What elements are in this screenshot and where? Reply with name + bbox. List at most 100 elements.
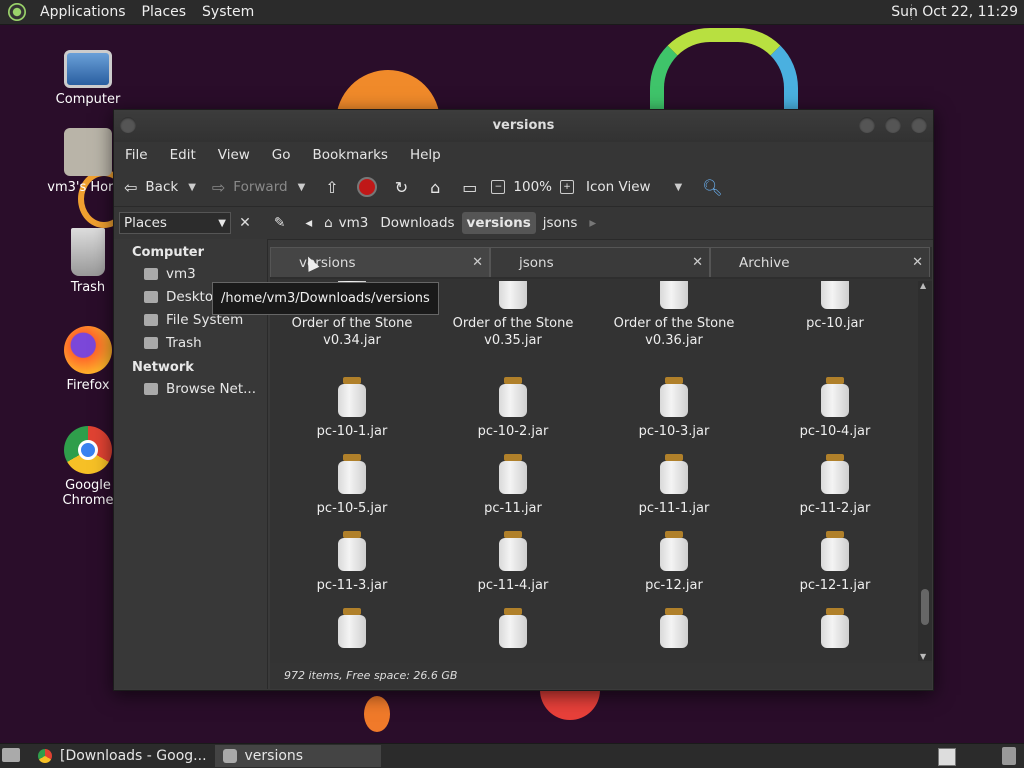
file-item[interactable]: pc-11.jar — [433, 454, 593, 517]
tab-archive[interactable]: Archive ✕ — [710, 247, 930, 277]
forward-button[interactable]: ⇨ Forward ▼ — [212, 178, 305, 197]
status-bar: 972 items, Free space: 26.6 GB — [270, 663, 932, 689]
jar-file-icon — [659, 281, 689, 309]
breadcrumb-vm3[interactable]: ⌂ vm3 — [319, 212, 373, 234]
search-button[interactable]: 🔍︎ — [702, 178, 730, 197]
sidebar-item-browse-network[interactable]: Browse Net... — [114, 377, 267, 400]
computer-button[interactable]: ▭ — [462, 178, 485, 197]
distro-logo-icon[interactable] — [8, 3, 26, 21]
sidebar-heading-computer: Computer — [132, 245, 205, 260]
jar-file-icon — [659, 377, 689, 417]
breadcrumb-right-arrow[interactable]: ▸ — [584, 212, 601, 234]
breadcrumb-versions[interactable]: versions — [461, 212, 536, 234]
file-item[interactable]: pc-12.jar — [594, 531, 754, 594]
file-name-label: pc-12.jar — [645, 578, 703, 593]
file-item-partial[interactable] — [755, 608, 915, 654]
scrollbar-thumb[interactable] — [921, 589, 929, 625]
minimize-button[interactable] — [859, 117, 875, 133]
file-item[interactable]: pc-10-4.jar — [755, 377, 915, 440]
menu-help[interactable]: Help — [399, 147, 452, 163]
menu-file[interactable]: File — [114, 147, 159, 163]
zoom-in-button[interactable]: + — [560, 180, 574, 194]
taskbar-item-versions[interactable]: versions — [214, 745, 381, 767]
file-icon-grid: Order of the Stone v0.34.jar Order of the… — [270, 281, 918, 661]
file-item[interactable]: pc-11-1.jar — [594, 454, 754, 517]
toggle-location-entry-button[interactable]: ✎ — [269, 212, 290, 234]
zoom-level: 100% — [513, 179, 552, 195]
chrome-icon — [38, 749, 52, 763]
file-item-partial[interactable] — [272, 608, 432, 654]
file-item[interactable]: pc-10-5.jar — [272, 454, 432, 517]
menu-applications[interactable]: Applications — [32, 4, 134, 20]
trash-applet-icon[interactable] — [1002, 747, 1016, 765]
jar-file-icon — [337, 377, 367, 417]
file-item-partial[interactable] — [433, 608, 593, 654]
menu-system[interactable]: System — [194, 4, 262, 20]
panel-clock[interactable]: Sun Oct 22, 11:29 — [891, 4, 1018, 20]
scroll-down-icon[interactable]: ▼ — [920, 652, 926, 661]
close-tab-icon[interactable]: ✕ — [912, 248, 923, 278]
menubar: File Edit View Go Bookmarks Help — [114, 142, 933, 168]
forward-history-dropdown[interactable]: ▼ — [298, 182, 306, 193]
workspace-switcher[interactable] — [938, 748, 956, 766]
trash-icon — [144, 336, 158, 349]
file-item[interactable]: pc-10-1.jar — [272, 377, 432, 440]
trash-icon — [71, 228, 105, 276]
sidebar-item-trash[interactable]: Trash — [114, 331, 267, 354]
close-sidebar-button[interactable]: ✕ — [235, 215, 255, 231]
jar-file-icon — [659, 608, 689, 648]
home-icon: ⌂ — [324, 215, 333, 231]
zoom-out-button[interactable]: − — [491, 180, 506, 194]
file-item[interactable]: Order of the Stone v0.36.jar — [594, 281, 754, 349]
tab-jsons[interactable]: jsons ✕ — [490, 247, 710, 277]
file-item[interactable]: pc-10-2.jar — [433, 377, 593, 440]
file-item[interactable]: pc-10.jar — [755, 281, 915, 332]
reload-button[interactable]: ↻ — [395, 178, 416, 197]
scroll-up-icon[interactable]: ▲ — [920, 281, 926, 290]
maximize-button[interactable] — [885, 117, 901, 133]
jar-file-icon — [498, 608, 528, 648]
vertical-scrollbar[interactable]: ▲ ▼ — [918, 281, 932, 661]
file-item-partial[interactable] — [594, 608, 754, 654]
breadcrumb-downloads[interactable]: Downloads — [375, 212, 459, 234]
close-tab-icon[interactable]: ✕ — [472, 248, 483, 278]
taskbar-item-chrome[interactable]: [Downloads - Goog... — [30, 745, 215, 767]
home-button[interactable]: ⌂ — [430, 178, 448, 197]
file-item[interactable]: pc-10-3.jar — [594, 377, 754, 440]
menu-edit[interactable]: Edit — [159, 147, 207, 163]
jar-file-icon — [337, 454, 367, 494]
view-mode-select[interactable]: Icon View ▼ — [586, 179, 682, 195]
jar-file-icon — [820, 531, 850, 571]
window-titlebar[interactable]: versions — [114, 110, 933, 142]
wallpaper-drop-shape — [364, 696, 390, 732]
file-item[interactable]: pc-11-2.jar — [755, 454, 915, 517]
stop-icon — [356, 177, 377, 197]
file-name-label: pc-11-3.jar — [316, 578, 388, 593]
file-item[interactable]: pc-12-1.jar — [755, 531, 915, 594]
desktop-icon-label: Computer — [55, 92, 121, 107]
up-button[interactable]: ⇧ — [325, 178, 346, 197]
menu-bookmarks[interactable]: Bookmarks — [302, 147, 399, 163]
menu-places[interactable]: Places — [134, 4, 195, 20]
show-desktop-icon[interactable] — [2, 748, 20, 762]
close-button[interactable] — [911, 117, 927, 133]
stop-button[interactable] — [356, 177, 377, 197]
jar-file-icon — [820, 281, 850, 309]
desktop-icon-computer[interactable]: Computer — [40, 44, 136, 107]
file-item[interactable]: pc-11-4.jar — [433, 531, 593, 594]
up-arrow-icon: ⇧ — [325, 177, 339, 197]
edit-icon: ✎ — [274, 215, 286, 231]
menu-go[interactable]: Go — [261, 147, 302, 163]
back-button[interactable]: ⇦ Back ▼ — [124, 178, 196, 197]
back-history-dropdown[interactable]: ▼ — [188, 182, 196, 193]
close-tab-icon[interactable]: ✕ — [692, 248, 703, 278]
location-row: Places ▼ ✕ ✎ ◂ ⌂ vm3 Downloads versions … — [114, 207, 933, 240]
file-item[interactable]: Order of the Stone v0.35.jar — [433, 281, 593, 349]
file-item[interactable]: pc-11-3.jar — [272, 531, 432, 594]
window-menu-button[interactable] — [120, 117, 136, 133]
breadcrumb-jsons[interactable]: jsons — [538, 212, 583, 234]
sidebar-places-select[interactable]: Places ▼ — [119, 212, 231, 234]
menu-view[interactable]: View — [207, 147, 261, 163]
file-name-label: Order of the Stone v0.36.jar — [613, 316, 735, 348]
breadcrumb-left-arrow[interactable]: ◂ — [300, 212, 317, 234]
